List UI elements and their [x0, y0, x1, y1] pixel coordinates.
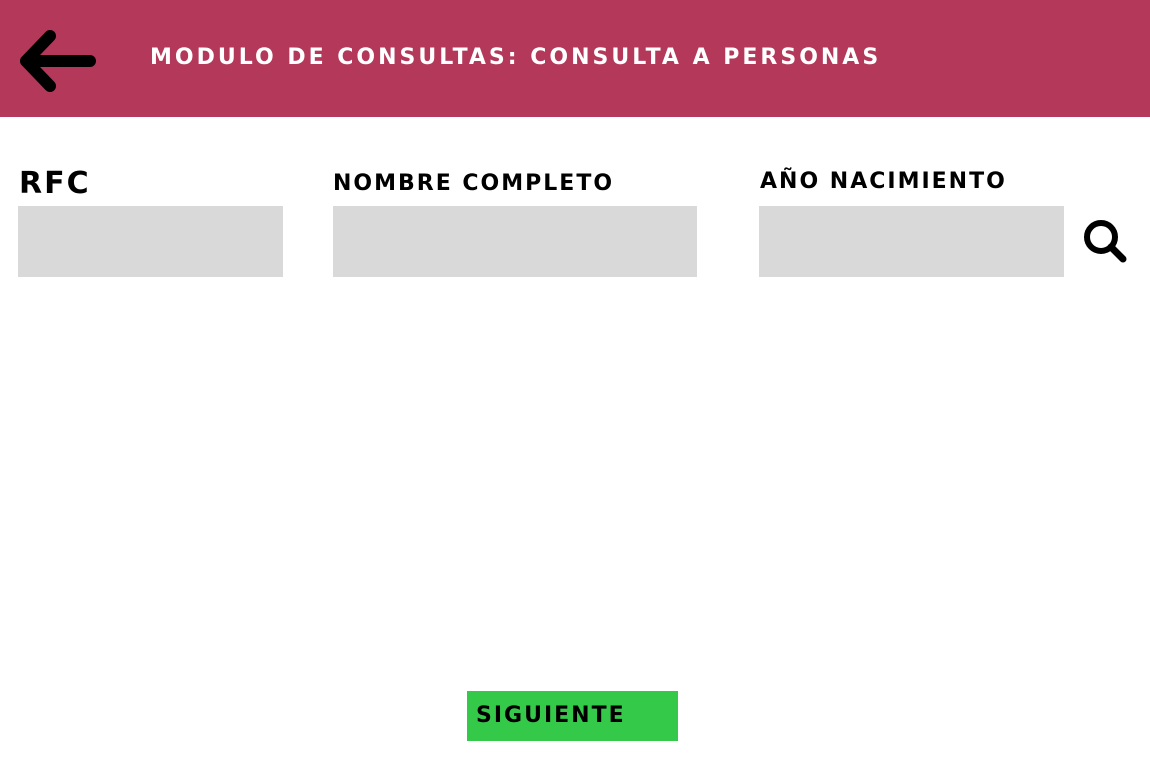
back-button[interactable]	[14, 24, 100, 96]
anio-nacimiento-input[interactable]	[759, 206, 1064, 277]
header-bar: MODULO DE CONSULTAS: CONSULTA A PERSONAS	[0, 0, 1150, 117]
nombre-completo-input[interactable]	[333, 206, 697, 277]
search-button[interactable]	[1080, 216, 1130, 266]
anio-nacimiento-label: AÑO NACIMIENTO	[760, 169, 1007, 194]
page-title: MODULO DE CONSULTAS: CONSULTA A PERSONAS	[150, 45, 882, 70]
rfc-input[interactable]	[18, 206, 283, 277]
search-icon	[1084, 220, 1127, 263]
rfc-label: RFC	[19, 166, 91, 201]
nombre-completo-label: NOMBRE COMPLETO	[333, 171, 615, 196]
siguiente-button[interactable]: SIGUIENTE	[467, 691, 678, 741]
page: MODULO DE CONSULTAS: CONSULTA A PERSONAS…	[0, 0, 1150, 770]
arrow-left-icon	[20, 30, 96, 92]
